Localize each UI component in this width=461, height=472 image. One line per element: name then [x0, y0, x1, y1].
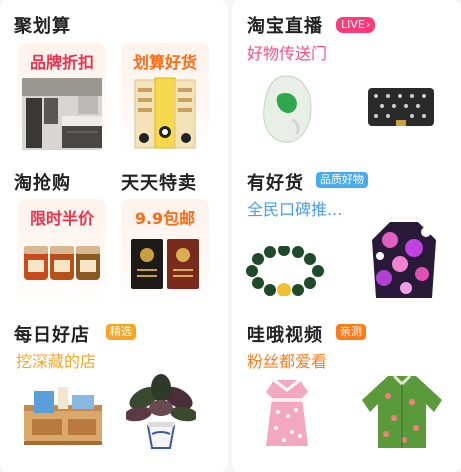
sauce-jars-image — [22, 244, 102, 284]
good-deals-label: 划算好货 — [132, 53, 197, 72]
right-channel-panel: 淘宝直播 LIVE› 好物传送门 有好货 品质好物 全民口碑推... 哇哦视频 … — [232, 0, 461, 472]
juhuasuan-title[interactable]: 聚划算 — [14, 12, 71, 38]
bead-bracelet-image[interactable] — [244, 246, 326, 296]
half-price-label: 限时半价 — [29, 209, 94, 228]
live-badge-text: LIVE — [341, 18, 365, 31]
meirihaodian-title[interactable]: 每日好店 — [14, 321, 90, 347]
tiantiantemai-card-free-shipping[interactable]: 9.9包邮 — [121, 199, 209, 309]
taobaozhibo-title[interactable]: 淘宝直播 — [247, 12, 323, 38]
patterned-handbag-image[interactable] — [366, 84, 436, 132]
potted-plant-image[interactable] — [126, 372, 196, 454]
taoqianggou-card-half-price[interactable]: 限时半价 — [18, 199, 106, 309]
tested-badge: 亲测 — [336, 324, 366, 340]
tiantiantemai-title[interactable]: 天天特卖 — [121, 169, 197, 195]
desk-organizer-image[interactable] — [20, 383, 108, 449]
free-shipping-label: 9.9包邮 — [134, 209, 196, 228]
youhaohuo-title[interactable]: 有好货 — [247, 169, 304, 195]
green-floral-jacket-image[interactable] — [360, 372, 444, 452]
waoshipin-subtitle: 粉丝都爱看 — [247, 352, 328, 371]
youhaohuo-subtitle: 全民口碑推... — [247, 200, 343, 219]
floral-top-image[interactable] — [370, 220, 438, 302]
jade-pendant-image[interactable] — [256, 70, 318, 148]
kitchen-product-image — [22, 78, 102, 150]
brand-discount-label: 品牌折扣 — [29, 53, 94, 72]
quality-goods-badge: 品质好物 — [316, 172, 368, 188]
certificate-covers-image — [129, 235, 201, 295]
waoshipin-title[interactable]: 哇哦视频 — [247, 321, 323, 347]
featured-badge: 精选 — [106, 324, 136, 340]
taobaozhibo-subtitle: 好物传送门 — [247, 44, 328, 63]
left-channel-panel: 聚划算 品牌折扣 划算好货 淘抢购 限时半价 天天特卖 9.9包邮 每日好店 精… — [0, 0, 228, 472]
live-play-icon: › — [365, 18, 371, 31]
live-badge: LIVE› — [336, 17, 376, 33]
meirihaodian-subtitle: 挖深藏的店 — [16, 352, 97, 371]
baby-dress-image[interactable] — [252, 376, 322, 450]
tissue-pack-image — [133, 76, 197, 152]
juhuasuan-card-brand-discount[interactable]: 品牌折扣 — [18, 43, 106, 155]
taoqianggou-title[interactable]: 淘抢购 — [14, 169, 71, 195]
juhuasuan-card-good-deals[interactable]: 划算好货 — [121, 43, 209, 155]
